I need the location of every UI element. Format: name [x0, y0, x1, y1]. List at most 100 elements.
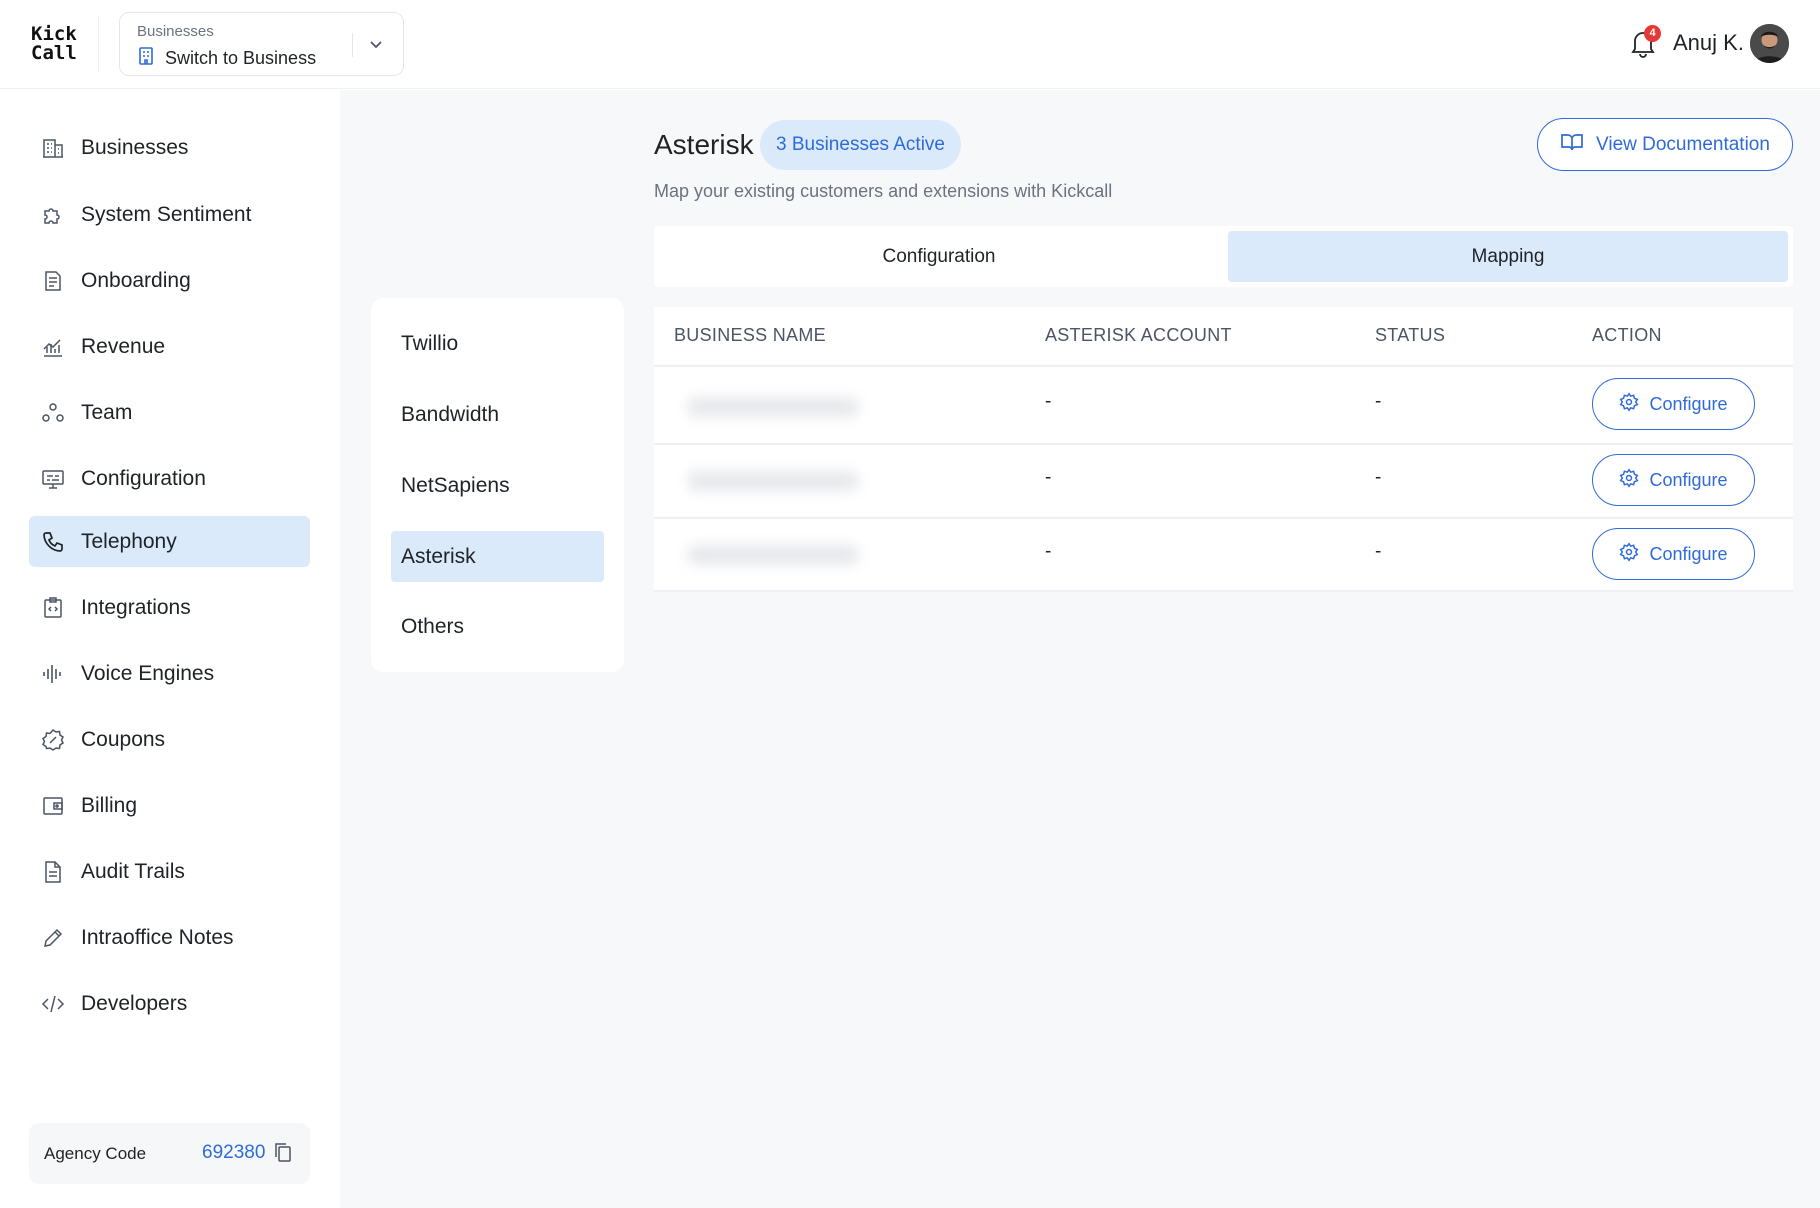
status-badge: 3 Businesses Active	[760, 120, 961, 170]
provider-twillio[interactable]: Twillio	[391, 318, 604, 369]
column-header-business-name: BUSINESS NAME	[674, 325, 826, 345]
sidebar-item-label: Coupons	[81, 727, 166, 751]
provider-asterisk[interactable]: Asterisk	[391, 531, 604, 582]
provider-list: Twillio Bandwidth NetSapiens Asterisk Ot…	[371, 298, 624, 672]
table-row: - - Configure	[654, 519, 1793, 594]
configure-button[interactable]: Configure	[1592, 454, 1755, 506]
sidebar-item-billing[interactable]: Billing	[29, 780, 310, 831]
phone-icon	[40, 529, 66, 555]
wallet-icon	[40, 793, 66, 819]
file-icon	[40, 859, 66, 885]
column-header-action: ACTION	[1592, 325, 1662, 345]
column-header-asterisk-account: ASTERISK ACCOUNT	[1045, 325, 1232, 345]
team-icon	[40, 400, 66, 426]
status-cell: -	[1375, 391, 1382, 412]
sidebar-item-voice-engines[interactable]: Voice Engines	[29, 648, 310, 699]
asterisk-account-cell: -	[1045, 541, 1052, 562]
gear-icon	[1619, 541, 1639, 567]
provider-bandwidth[interactable]: Bandwidth	[391, 389, 604, 440]
agency-code-box: Agency Code 692380	[29, 1123, 310, 1184]
tab-mapping[interactable]: Mapping	[1228, 231, 1788, 282]
sidebar-item-label: Revenue	[81, 334, 166, 358]
sidebar-item-label: Businesses	[81, 135, 189, 159]
sidebar-item-coupons[interactable]: Coupons	[29, 714, 310, 765]
gear-icon	[1619, 391, 1639, 417]
avatar[interactable]	[1750, 24, 1789, 63]
chevron-down-icon[interactable]	[367, 35, 385, 58]
sidebar: Businesses System Sentiment Onboarding R…	[0, 90, 340, 1208]
provider-netsapiens[interactable]: NetSapiens	[391, 460, 604, 511]
asterisk-account-cell: -	[1045, 467, 1052, 488]
gear-icon	[1619, 467, 1639, 493]
page-subtitle: Map your existing customers and extensio…	[654, 181, 1113, 201]
sidebar-item-label: Integrations	[81, 595, 191, 619]
bell-icon	[1630, 32, 1656, 62]
sidebar-item-telephony[interactable]: Telephony	[29, 516, 310, 567]
business-switcher-divider	[352, 33, 353, 57]
kickcall-logo[interactable]: Kick Call	[31, 25, 77, 63]
sidebar-item-configuration[interactable]: Configuration	[29, 453, 310, 504]
view-documentation-label: View Documentation	[1596, 133, 1770, 155]
column-header-status: STATUS	[1375, 325, 1446, 345]
table-row: - - Configure	[654, 445, 1793, 520]
sidebar-item-revenue[interactable]: Revenue	[29, 321, 310, 372]
provider-others[interactable]: Others	[391, 601, 604, 652]
redacted-business-name	[668, 375, 878, 439]
building-icon	[40, 135, 66, 161]
redacted-business-name	[668, 523, 878, 587]
view-documentation-button[interactable]: View Documentation	[1537, 118, 1793, 171]
sidebar-item-label: Configuration	[81, 466, 206, 490]
sidebar-item-label: Developers	[81, 991, 188, 1015]
building-icon	[137, 46, 155, 71]
sidebar-item-label: System Sentiment	[81, 202, 252, 226]
monitor-settings-icon	[40, 466, 66, 492]
sidebar-item-system-sentiment[interactable]: System Sentiment	[29, 189, 310, 240]
sidebar-item-label: Telephony	[81, 529, 177, 553]
business-switcher[interactable]: Businesses Switch to Business	[119, 12, 404, 76]
code-icon	[40, 991, 66, 1017]
agency-code-value: 692380	[202, 1142, 266, 1163]
status-cell: -	[1375, 541, 1382, 562]
configure-button[interactable]: Configure	[1592, 528, 1755, 580]
configure-button[interactable]: Configure	[1592, 378, 1755, 430]
configure-label: Configure	[1649, 469, 1728, 490]
status-cell: -	[1375, 467, 1382, 488]
redacted-business-name	[668, 449, 878, 513]
notifications-button[interactable]: 4	[1630, 25, 1661, 62]
sidebar-item-label: Voice Engines	[81, 661, 215, 685]
configure-label: Configure	[1649, 543, 1728, 564]
copy-icon[interactable]	[274, 1142, 292, 1167]
page-title: Asterisk	[654, 129, 754, 160]
asterisk-account-cell: -	[1045, 391, 1052, 412]
sidebar-item-label: Intraoffice Notes	[81, 925, 234, 949]
agency-code-label: Agency Code	[44, 1144, 147, 1163]
sidebar-item-label: Onboarding	[81, 268, 191, 292]
sidebar-item-developers[interactable]: Developers	[29, 978, 310, 1029]
chart-icon	[40, 334, 66, 360]
coupon-icon	[40, 727, 66, 753]
sidebar-item-businesses[interactable]: Businesses	[29, 122, 310, 173]
user-name[interactable]: Anuj K.	[1673, 30, 1744, 56]
business-switcher-value: Switch to Business	[165, 48, 317, 68]
puzzle-icon	[40, 202, 66, 228]
tab-configuration[interactable]: Configuration	[659, 231, 1219, 282]
sidebar-item-label: Audit Trails	[81, 859, 185, 883]
tab-bar: Configuration Mapping	[654, 226, 1793, 287]
logo-line-2: Call	[31, 42, 77, 64]
business-switcher-caption: Businesses	[137, 23, 214, 40]
header-divider	[98, 16, 99, 72]
sidebar-item-label: Billing	[81, 793, 138, 817]
table-row: - - Configure	[654, 367, 1793, 442]
table-bottom-line	[654, 590, 1793, 592]
top-bar: Kick Call Businesses Switch to Business …	[0, 0, 1820, 89]
sidebar-item-intraoffice-notes[interactable]: Intraoffice Notes	[29, 912, 310, 963]
mapping-table: BUSINESS NAME ASTERISK ACCOUNT STATUS AC…	[654, 307, 1793, 592]
configure-label: Configure	[1649, 393, 1728, 414]
sidebar-item-team[interactable]: Team	[29, 387, 310, 438]
code-clipboard-icon	[40, 595, 66, 621]
sidebar-item-audit-trails[interactable]: Audit Trails	[29, 846, 310, 897]
sidebar-item-onboarding[interactable]: Onboarding	[29, 255, 310, 306]
sidebar-item-integrations[interactable]: Integrations	[29, 582, 310, 633]
pencil-icon	[40, 925, 66, 951]
document-lines-icon	[40, 268, 66, 294]
